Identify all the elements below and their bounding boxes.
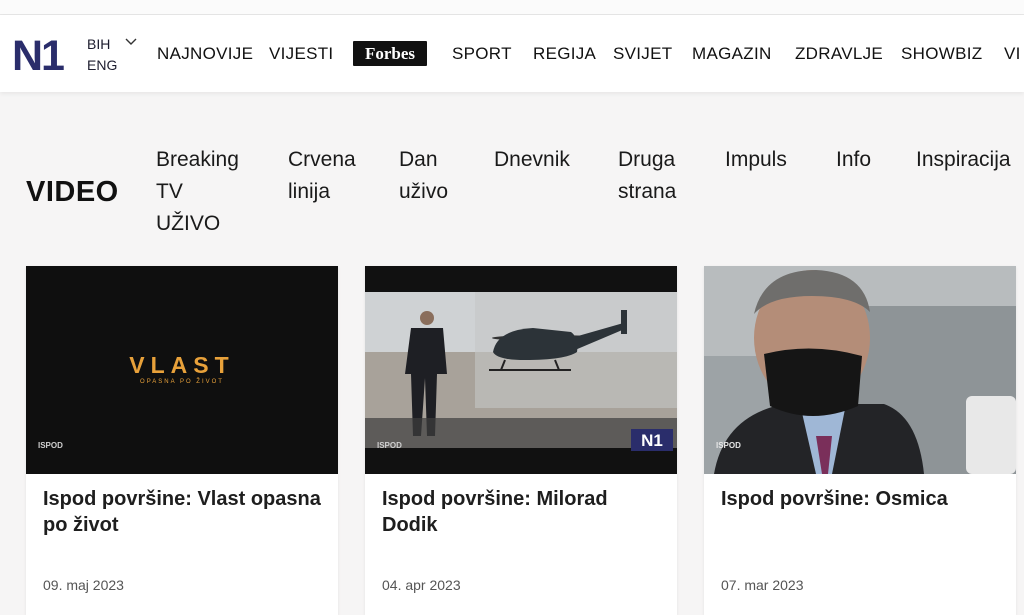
category-crvena-linija[interactable]: Crvena linija [288, 144, 356, 208]
nav-forbes[interactable]: Forbes [353, 41, 427, 66]
category-breaking-tv[interactable]: Breaking TV UŽIVO [156, 144, 239, 240]
video-thumbnail[interactable]: ISPOD [704, 266, 1016, 474]
card-title[interactable]: Ispod površine: Osmica [721, 486, 1006, 512]
video-card[interactable]: VLAST OPASNA PO ŽIVOT ISPOD Ispod površi… [26, 266, 338, 615]
category-info[interactable]: Info [836, 144, 871, 176]
site-header: N1 BIH ENG NAJNOVIJE VIJESTI SPORT REGIJ… [0, 15, 1024, 92]
category-impuls[interactable]: Impuls [725, 144, 787, 176]
thumb-subtitle: OPASNA PO ŽIVOT [140, 377, 224, 385]
category-dnevnik[interactable]: Dnevnik [494, 144, 570, 176]
browser-top-strip [0, 0, 1024, 15]
section-title: VIDEO [26, 176, 119, 208]
video-thumbnail[interactable]: VLAST OPASNA PO ŽIVOT ISPOD [26, 266, 338, 474]
card-title[interactable]: Ispod površine: Vlast opasna po život [43, 486, 328, 538]
nav-video-truncated[interactable]: VI [1004, 44, 1021, 64]
video-card[interactable]: ISPOD N1 Ispod površine: Milorad Dodik 0… [365, 266, 677, 615]
svg-text:N1: N1 [12, 35, 64, 73]
video-card[interactable]: ISPOD Ispod površine: Osmica 07. mar 202… [704, 266, 1016, 615]
nav-showbiz[interactable]: SHOWBIZ [901, 44, 982, 64]
card-title[interactable]: Ispod površine: Milorad Dodik [382, 486, 667, 538]
n1-channel-logo: N1 [641, 431, 663, 450]
nav-zdravlje[interactable]: ZDRAVLJE [795, 44, 883, 64]
nav-magazin[interactable]: MAGAZIN [692, 44, 772, 64]
ispod-badge: ISPOD [38, 441, 63, 450]
thumb-title: VLAST [129, 352, 234, 378]
ispod-badge: ISPOD [716, 441, 741, 450]
nav-vijesti[interactable]: VIJESTI [269, 44, 333, 64]
lang-eng[interactable]: ENG [87, 55, 117, 76]
nav-regija[interactable]: REGIJA [533, 44, 596, 64]
nav-najnovije[interactable]: NAJNOVIJE [157, 44, 253, 64]
ispod-badge: ISPOD [377, 441, 402, 450]
category-druga-strana[interactable]: Druga strana [618, 144, 676, 208]
card-date: 04. apr 2023 [382, 577, 461, 593]
language-switcher[interactable]: BIH ENG [87, 34, 137, 76]
video-thumbnail[interactable]: ISPOD N1 [365, 266, 677, 474]
chevron-down-icon[interactable] [125, 36, 137, 48]
car-image [966, 396, 1016, 474]
n1-logo[interactable]: N1 [12, 35, 76, 73]
nav-svijet[interactable]: SVIJET [613, 44, 672, 64]
lang-bih[interactable]: BIH [87, 34, 117, 55]
category-inspiracija[interactable]: Inspiracija [916, 144, 1011, 176]
category-dan-uzivo[interactable]: Dan uživo [399, 144, 448, 208]
nav-sport[interactable]: SPORT [452, 44, 512, 64]
card-date: 09. maj 2023 [43, 577, 124, 593]
card-date: 07. mar 2023 [721, 577, 804, 593]
